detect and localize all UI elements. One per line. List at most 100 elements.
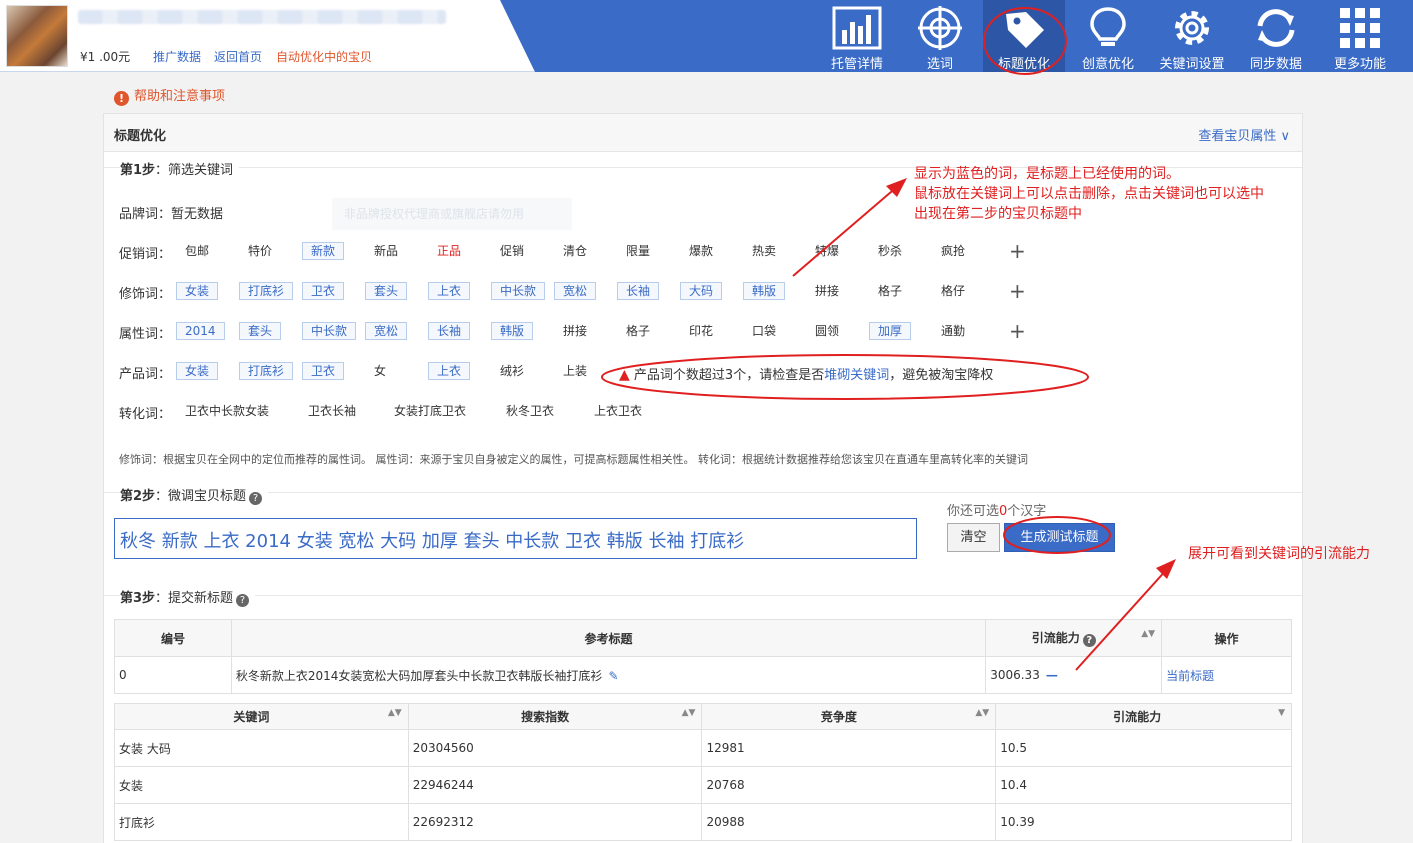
keyword-chip[interactable]: 长袖 [428,322,471,340]
keyword-chip[interactable]: 套头 [239,322,282,340]
keyword-chip[interactable]: 绒衫 [491,362,533,380]
product-thumbnail[interactable] [6,5,68,67]
col-traffic-power[interactable]: 引流能力 ▼ [995,703,1292,730]
sort-icon[interactable]: ▲▼ [388,708,402,718]
add-keyword-icon[interactable]: + [1009,281,1026,301]
keyword-chip[interactable]: 卫衣 [302,362,345,380]
keyword-chip[interactable]: 卫衣中长款女装 [176,402,278,420]
keyword-chip[interactable]: 秒杀 [869,242,911,260]
help-question-icon[interactable]: ? [249,492,263,505]
add-keyword-icon[interactable]: + [1009,241,1026,261]
item-title-input[interactable]: 秋冬 新款 上衣 2014 女装 宽松 大码 加厚 套头 中长款 卫衣 韩版 长… [114,518,917,559]
col-traffic-power[interactable]: 引流能力? ▲▼ [985,619,1163,657]
pencil-icon[interactable]: ✎ [608,669,618,683]
keyword-chip[interactable]: 长袖 [617,282,660,300]
col-keyword[interactable]: 关键词 ▲▼ [114,703,409,730]
keyword-chip[interactable]: 新款 [302,242,345,260]
nav-sync-data[interactable]: 同步数据 [1235,0,1317,72]
keyword-chip[interactable]: 格子 [869,282,911,300]
keyword-chip[interactable]: 通勤 [932,322,974,340]
bar-chart-icon [832,6,882,50]
help-question-icon[interactable]: ? [236,594,250,607]
step1-text: ：筛选关键词 [155,163,234,178]
gear-icon [1175,11,1209,45]
keyword-chip[interactable]: 促销 [491,242,533,260]
nav-select-words[interactable]: 选词 [899,0,981,72]
keyword-chip[interactable]: 格仔 [932,282,974,300]
product-word-warning: ▲ 产品词个数超过3个，请检查是否堆砌关键词，避免被淘宝降权 [619,364,993,383]
keyword-chip[interactable]: 加厚 [869,322,912,340]
panel-header: 标题优化 查看宝贝属性 ∨ [104,114,1302,152]
keyword-chip[interactable]: 拼接 [554,322,596,340]
sort-icon[interactable]: ▲▼ [1141,629,1155,639]
col-competition[interactable]: 竞争度 ▲▼ [701,703,997,730]
keyword-chip[interactable]: 上衣 [428,362,471,380]
sort-icon[interactable]: ▲▼ [682,708,696,718]
search-index-cell: 20304560 [407,729,703,767]
keyword-chip[interactable]: 女 [365,362,395,380]
nav-hosting-details[interactable]: 托管详情 [816,0,898,72]
current-title-link[interactable]: 当前标题 [1161,656,1292,694]
keyword-chip[interactable]: 拼接 [806,282,848,300]
step1-heading: 第1步：筛选关键词 [120,159,240,178]
keyword-chip[interactable]: 卫衣 [302,282,345,300]
table-header-row: 编号 参考标题 引流能力? ▲▼ 操作 [114,619,1292,657]
help-notice-link[interactable]: ! 帮助和注意事项 [114,85,225,106]
nav-more-features[interactable]: 更多功能 [1319,0,1401,72]
keyword-chip[interactable]: 女装打底卫衣 [385,402,475,420]
keyword-chip[interactable]: 中长款 [491,282,546,300]
keyword-chip[interactable]: 卫衣长袖 [299,402,365,420]
keyword-chip[interactable]: 打底衫 [239,282,294,300]
help-question-icon[interactable]: ? [1082,634,1096,647]
col-search-index[interactable]: 搜索指数 ▲▼ [407,703,703,730]
add-keyword-icon[interactable]: + [1009,321,1026,341]
keyword-chip[interactable]: 包邮 [176,242,218,260]
keyword-chip[interactable]: 2014 [176,322,225,340]
generate-test-title-button[interactable]: 生成测试标题 [1004,523,1115,552]
step3-label: 第3步 [120,591,156,606]
keyword-chip[interactable]: 秋冬卫衣 [497,402,563,420]
keyword-chip[interactable]: 格子 [617,322,659,340]
keyword-chip[interactable]: 爆款 [680,242,722,260]
keyword-chip[interactable]: 大码 [680,282,723,300]
nav-label: 标题优化 [997,57,1050,72]
nav-title-optimize[interactable]: 标题优化 [983,0,1065,72]
nav-creative-optimize[interactable]: 创意优化 [1067,0,1149,72]
keyword-type-note: 修饰词：根据宝贝在全网中的定位而推荐的属性词。 属性词：来源于宝贝自身被定义的属… [119,453,1028,466]
sort-desc-icon[interactable]: ▼ [1278,708,1285,718]
keyword-chip[interactable]: 印花 [680,322,722,340]
keyword-chip[interactable]: 中长款 [302,322,357,340]
keyword-chip[interactable]: 韩版 [743,282,786,300]
warning-text: 产品词个数超过3个，请检查是否 [633,368,825,383]
auto-optimizing-link[interactable]: 自动优化中的宝贝 [276,48,372,65]
keyword-chip[interactable]: 正品 [428,242,470,260]
nav-label: 更多功能 [1333,57,1386,72]
keyword-chip[interactable]: 女装 [176,362,219,380]
keyword-stuffing-link[interactable]: 堆砌关键词 [824,368,889,383]
keyword-chip[interactable]: 上衣 [428,282,471,300]
keyword-chip[interactable]: 清仓 [554,242,596,260]
collapse-icon[interactable]: — [1046,668,1058,682]
keyword-chip[interactable]: 宽松 [365,322,408,340]
keyword-chip[interactable]: 特价 [239,242,281,260]
keyword-chip[interactable]: 女装 [176,282,219,300]
clear-button[interactable]: 清空 [947,523,1000,552]
view-item-attributes-link[interactable]: 查看宝贝属性 ∨ [1198,125,1290,144]
keyword-chip[interactable]: 口袋 [743,322,785,340]
keyword-chip[interactable]: 圆领 [806,322,848,340]
keyword-chip[interactable]: 新品 [365,242,407,260]
keyword-chip[interactable]: 热卖 [743,242,785,260]
sort-icon[interactable]: ▲▼ [975,708,989,718]
keyword-chip[interactable]: 限量 [617,242,659,260]
promo-data-link[interactable]: 推广数据 [153,48,201,65]
keyword-chip[interactable]: 套头 [365,282,408,300]
keyword-chip[interactable]: 韩版 [491,322,534,340]
keyword-chip[interactable]: 特爆 [806,242,848,260]
keyword-chip[interactable]: 上衣卫衣 [585,402,651,420]
back-home-link[interactable]: 返回首页 [214,48,262,65]
nav-keyword-settings[interactable]: 关键词设置 [1151,0,1233,72]
keyword-chip[interactable]: 宽松 [554,282,597,300]
keyword-chip[interactable]: 上装 [554,362,596,380]
keyword-chip[interactable]: 疯抢 [932,242,974,260]
keyword-chip[interactable]: 打底衫 [239,362,294,380]
